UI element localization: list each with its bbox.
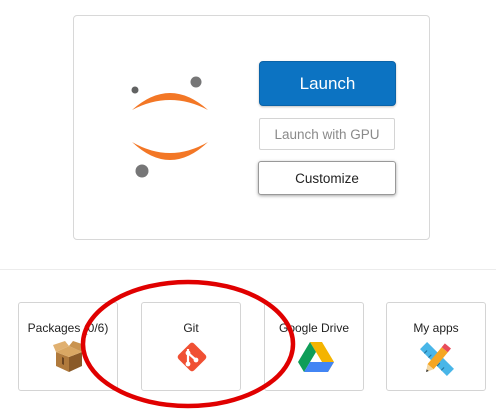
google-drive-icon	[298, 342, 334, 372]
app-tile-google-drive[interactable]: Google Drive	[264, 302, 364, 391]
app-tile-label: Git	[183, 321, 199, 335]
app-tile-git[interactable]: Git	[141, 302, 241, 391]
git-icon	[177, 342, 207, 372]
app-tile-label: My apps	[413, 321, 459, 335]
launch-button[interactable]: Launch	[259, 61, 396, 106]
package-box-icon	[53, 341, 85, 372]
launch-with-gpu-button[interactable]: Launch with GPU	[259, 118, 395, 150]
app-tile-my-apps[interactable]: My apps	[386, 302, 486, 391]
app-tile-packages[interactable]: Packages (0/6)	[18, 302, 118, 391]
pencil-ruler-icon	[420, 342, 454, 376]
jupyter-logo-icon	[131, 76, 208, 178]
section-divider	[0, 269, 496, 270]
app-tile-label: Google Drive	[278, 321, 350, 335]
app-tile-label: Packages (0/6)	[27, 321, 109, 335]
customize-button[interactable]: Customize	[258, 161, 396, 195]
